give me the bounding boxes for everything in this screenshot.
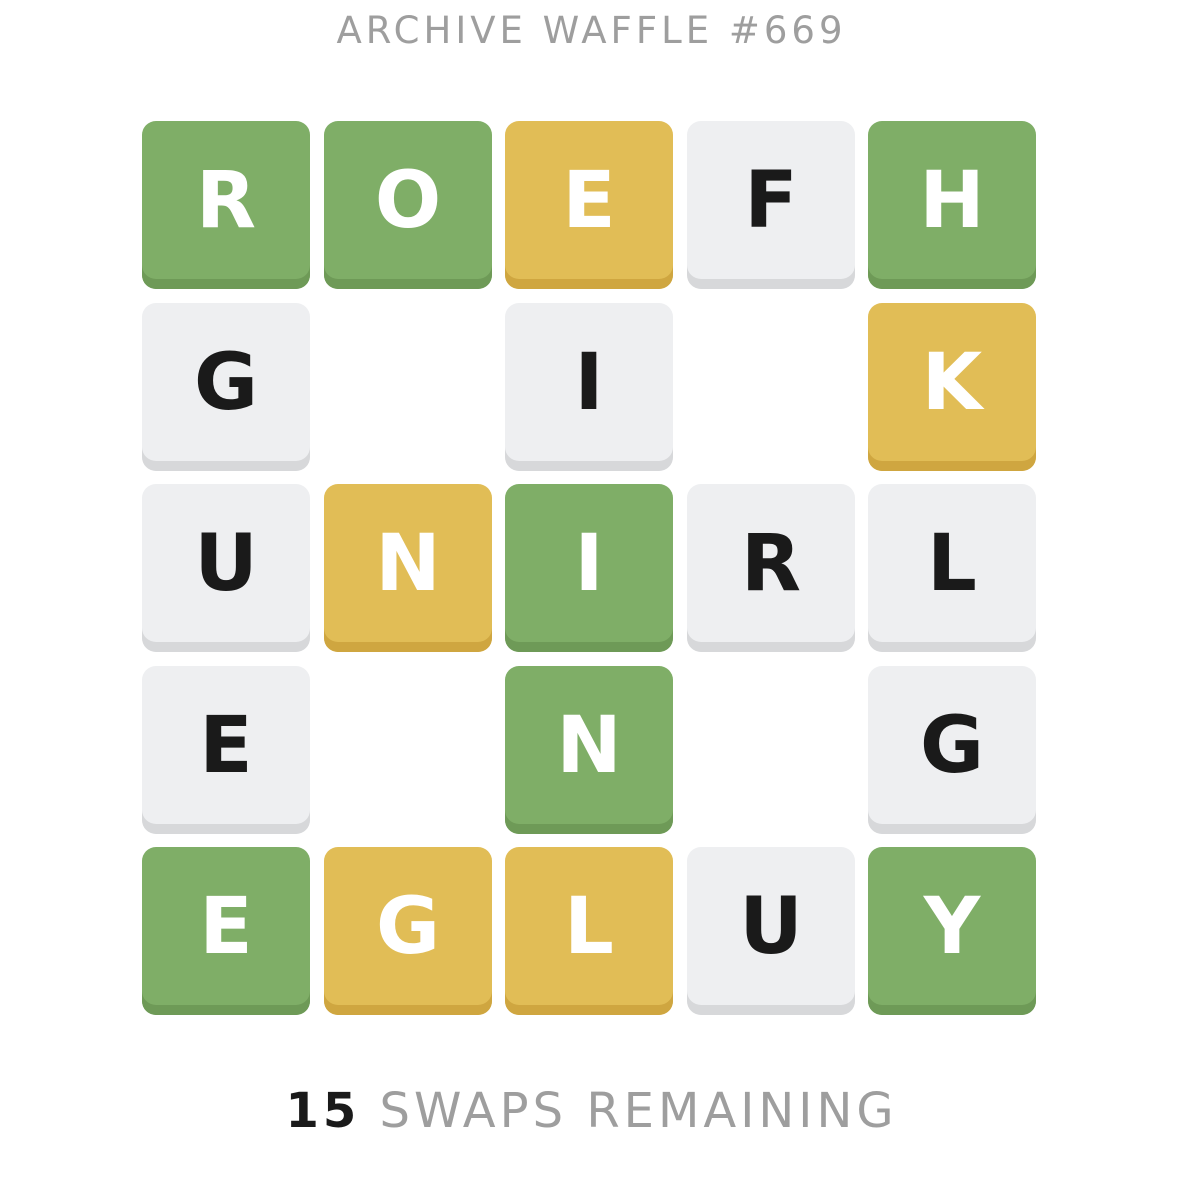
tile-r1-c5[interactable]: H bbox=[868, 121, 1036, 289]
tile-r5-c1[interactable]: E bbox=[142, 847, 310, 1015]
tile-r1-c2[interactable]: O bbox=[324, 121, 492, 289]
tile-r3-c4[interactable]: R bbox=[687, 484, 855, 652]
tile-r2-c1[interactable]: G bbox=[142, 303, 310, 471]
tile-r3-c3[interactable]: I bbox=[505, 484, 673, 652]
swaps-count: 15 bbox=[285, 1083, 361, 1139]
tile-r5-c4[interactable]: U bbox=[687, 847, 855, 1015]
swaps-remaining: 15 SWAPS REMAINING bbox=[0, 1082, 1183, 1140]
tile-r3-c1[interactable]: U bbox=[142, 484, 310, 652]
tile-r2-c5[interactable]: K bbox=[868, 303, 1036, 471]
swaps-label: SWAPS REMAINING bbox=[379, 1083, 898, 1139]
tile-r2-c3[interactable]: I bbox=[505, 303, 673, 471]
tile-r1-c3[interactable]: E bbox=[505, 121, 673, 289]
tile-r1-c4[interactable]: F bbox=[687, 121, 855, 289]
tile-r1-c1[interactable]: R bbox=[142, 121, 310, 289]
tile-r3-c2[interactable]: N bbox=[324, 484, 492, 652]
tile-r4-c3[interactable]: N bbox=[505, 666, 673, 834]
waffle-board: ROEFHGIKUNIRLENGEGLUY bbox=[0, 0, 1200, 1190]
tile-r4-c1[interactable]: E bbox=[142, 666, 310, 834]
tile-r5-c3[interactable]: L bbox=[505, 847, 673, 1015]
tile-r3-c5[interactable]: L bbox=[868, 484, 1036, 652]
tile-r5-c2[interactable]: G bbox=[324, 847, 492, 1015]
tile-r4-c5[interactable]: G bbox=[868, 666, 1036, 834]
tile-r5-c5[interactable]: Y bbox=[868, 847, 1036, 1015]
